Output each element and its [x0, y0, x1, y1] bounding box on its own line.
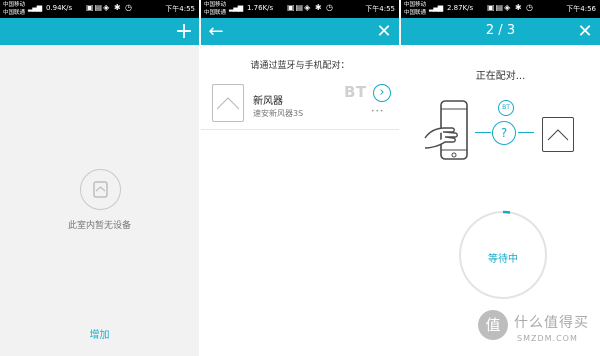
carrier-labels: 中国移动 中国联通	[3, 1, 25, 17]
empty-room-text: 此室内暂无设备	[67, 221, 131, 231]
pairing-prompt: 请通过蓝牙与手机配对：	[250, 61, 350, 71]
notification-icons: ▣▤◈ ✱ ◷	[86, 3, 134, 12]
network-speed: 1.76K/s	[247, 4, 274, 12]
watermark-logo-icon: 值	[478, 310, 508, 340]
app-bar: 2 / 3 ✕	[401, 18, 600, 45]
close-icon[interactable]: ✕	[371, 18, 397, 45]
connect-arrow-icon[interactable]: ›	[373, 84, 391, 102]
notification-icons: ▣▤◈ ✱ ◷	[287, 3, 335, 12]
status-bar: 中国移动 中国联通 ▂▄▆ 1.76K/s ▣▤◈ ✱ ◷ 下午4:55	[201, 0, 399, 18]
air-purifier-icon	[542, 117, 574, 152]
screen-pairing-progress: 中国移动 中国联通 ▂▄▆ 2.87K/s ▣▤◈ ✱ ◷ 下午4:56 2 /…	[401, 0, 600, 356]
carrier-2: 中国联通	[204, 10, 227, 16]
clock: 下午4:56	[566, 5, 596, 13]
waiting-label: 等待中	[488, 254, 518, 265]
bt-badge: BT	[344, 83, 367, 101]
notification-icons: ▣▤◈ ✱ ◷	[487, 3, 535, 12]
signal-icon: ▂▄▆	[429, 4, 443, 12]
add-icon[interactable]: +	[171, 18, 197, 45]
device-list-item[interactable]: 新风器 速安新风器3S BT › • • •	[201, 76, 399, 130]
carrier-1: 中国移动	[204, 2, 227, 8]
carrier-2: 中国联通	[404, 10, 427, 16]
close-icon[interactable]: ✕	[572, 18, 598, 45]
phone-hand-icon	[424, 100, 468, 160]
back-arrow-icon[interactable]: ←	[203, 18, 229, 45]
device-name: 新风器	[253, 96, 283, 107]
add-device-link[interactable]: 增加	[0, 326, 199, 341]
signal-icon: ▂▄▆	[229, 4, 243, 12]
connection-line-left	[475, 132, 491, 133]
status-bar: 中国移动 中国联通 ▂▄▆ 0.94K/s ▣▤◈ ✱ ◷ 下午4:55	[0, 0, 199, 18]
connection-line-right	[518, 132, 534, 133]
carrier-1: 中国移动	[3, 2, 26, 8]
step-indicator: 2 / 3	[485, 23, 516, 38]
screen-empty-room: 中国移动 中国联通 ▂▄▆ 0.94K/s ▣▤◈ ✱ ◷ 下午4:55 + 此…	[0, 0, 199, 356]
signal-icon: ▂▄▆	[28, 4, 42, 12]
carrier-1: 中国移动	[404, 2, 427, 8]
carrier-labels: 中国移动 中国联通	[204, 1, 226, 17]
pairing-status: 正在配对...	[475, 71, 526, 82]
bluetooth-icon: BT	[498, 100, 514, 116]
question-icon: ?	[492, 121, 516, 145]
clock: 下午4:55	[165, 5, 195, 13]
carrier-2: 中国联通	[3, 10, 26, 16]
app-bar: +	[0, 18, 199, 45]
device-model: 速安新风器3S	[253, 109, 304, 118]
network-speed: 0.94K/s	[46, 4, 73, 12]
clock: 下午4:55	[365, 5, 395, 13]
watermark-brand: 什么值得买	[514, 315, 589, 331]
more-dots-icon: • • •	[371, 108, 383, 115]
status-bar: 中国移动 中国联通 ▂▄▆ 2.87K/s ▣▤◈ ✱ ◷ 下午4:56	[401, 0, 600, 18]
network-speed: 2.87K/s	[447, 4, 474, 12]
screen-bluetooth-pairing: 中国移动 中国联通 ▂▄▆ 1.76K/s ▣▤◈ ✱ ◷ 下午4:55 ← ✕…	[201, 0, 399, 356]
empty-device-icon	[80, 169, 121, 210]
carrier-labels: 中国移动 中国联通	[404, 1, 426, 17]
device-thumbnail-icon	[212, 84, 244, 122]
app-bar: ← ✕	[201, 18, 399, 45]
watermark-domain: SMZDM.COM	[517, 334, 578, 343]
